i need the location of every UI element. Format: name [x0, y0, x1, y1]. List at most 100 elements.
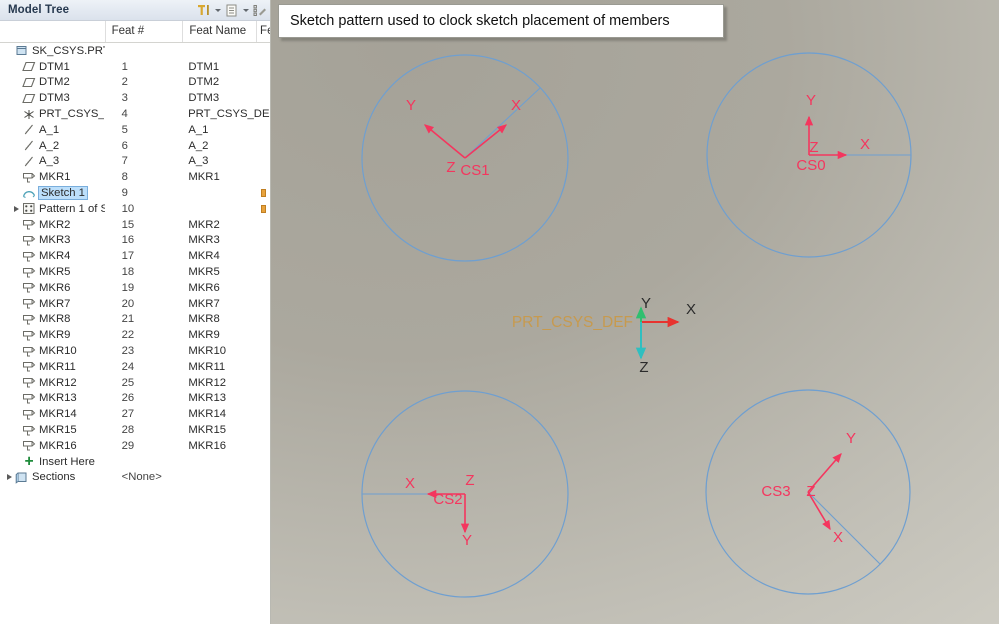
settings-dropdown-caret[interactable] [241, 2, 250, 19]
sketch-circle-cs2[interactable]: X Y ZCS2 [361, 390, 569, 598]
tree-item-dtm2[interactable]: DTM2 [0, 76, 105, 89]
tree-item-label: MKR9 [39, 329, 71, 342]
tree-item-feat-number: 23 [121, 345, 135, 358]
table-row[interactable]: MKR1 8 MKR1 [0, 169, 270, 185]
tree-item-mkr11[interactable]: MKR11 [0, 360, 105, 373]
table-row[interactable]: MKR8 21 MKR8 [0, 312, 270, 328]
table-row[interactable]: A_3 7 A_3 [0, 154, 270, 170]
table-row[interactable]: MKR10 23 MKR10 [0, 343, 270, 359]
sketch-circle-cs3[interactable]: Y X Z CS3 [705, 389, 911, 595]
tree-item-mkr10[interactable]: MKR10 [0, 345, 105, 358]
tree-item-mkr5[interactable]: MKR5 [0, 266, 105, 279]
axis-label-y: Y [806, 92, 816, 109]
table-row[interactable]: DTM2 2 DTM2 [0, 75, 270, 91]
column-header-feat-extra[interactable]: Fe [256, 20, 270, 42]
tree-item-feat-name: MKR13 [188, 392, 227, 405]
table-row[interactable]: MKR12 25 MKR12 [0, 375, 270, 391]
table-row[interactable]: MKR3 16 MKR3 [0, 233, 270, 249]
table-row[interactable]: A_1 5 A_1 [0, 122, 270, 138]
tree-item-a-1[interactable]: A_1 [0, 123, 105, 136]
tree-item-label: Pattern 1 of Sketch [39, 202, 105, 215]
filter-dropdown-caret[interactable] [213, 2, 222, 19]
column-header-feat-name[interactable]: Feat Name [182, 20, 256, 42]
table-row[interactable]: MKR7 20 MKR7 [0, 296, 270, 312]
table-row[interactable]: Pattern 1 of Sketch 10 [0, 201, 270, 217]
tree-item-sk-csys-prt[interactable]: SK_CSYS.PRT [0, 44, 105, 57]
graphics-viewport[interactable]: X Y Z CS1 X Y Z CS0 X Y Z CS2 Y X Z CS3 X Y Z PRT_CSYS_DEF … [271, 0, 999, 624]
tree-item-feat-number: 17 [121, 250, 135, 263]
tree-item-mkr1[interactable]: MKR1 [0, 171, 105, 184]
tree-item-mkr6[interactable]: MKR6 [0, 281, 105, 294]
tree-item-mkr9[interactable]: MKR9 [0, 329, 105, 342]
tree-item-insert-here[interactable]: Insert Here [0, 455, 105, 468]
table-row[interactable]: PRT_CSYS_DEF 4 PRT_CSYS_DEF [0, 106, 270, 122]
table-row[interactable]: MKR5 18 MKR5 [0, 264, 270, 280]
tree-item-mkr12[interactable]: MKR12 [0, 376, 105, 389]
column-header-feat-num[interactable]: Feat # [104, 20, 183, 42]
table-row[interactable]: MKR9 22 MKR9 [0, 327, 270, 343]
tree-item-sections[interactable]: Sections [0, 471, 105, 484]
csys-label-cs1[interactable]: CS1 [460, 162, 489, 179]
csys-label-cs2[interactable]: CS2 [433, 491, 462, 508]
axis-icon [22, 155, 36, 168]
tree-row-list[interactable]: SK_CSYS.PRT DTM1 1 DTM1 DTM2 2 DTM2 DTM3 3 DTM3 PR… [0, 43, 270, 624]
sketch-circle-cs0[interactable]: X Y ZCS0 [706, 52, 912, 258]
tree-item-mkr13[interactable]: MKR13 [0, 392, 105, 405]
tree-item-dtm3[interactable]: DTM3 [0, 92, 105, 105]
tree-item-mkr14[interactable]: MKR14 [0, 408, 105, 421]
marker-icon [22, 218, 36, 231]
tree-item-mkr2[interactable]: MKR2 [0, 218, 105, 231]
table-row[interactable]: DTM1 1 DTM1 [0, 59, 270, 75]
csys-label-cs3[interactable]: CS3 [761, 483, 790, 500]
table-row[interactable]: MKR15 28 MKR15 [0, 422, 270, 438]
sketch-circle-cs1[interactable]: X Y Z CS1 [361, 54, 569, 262]
table-row[interactable]: Insert Here [0, 454, 270, 470]
tree-item-mkr3[interactable]: MKR3 [0, 234, 105, 247]
table-row[interactable]: MKR13 26 MKR13 [0, 391, 270, 407]
marker-icon [22, 345, 36, 358]
tree-item-label: PRT_CSYS_DEF [39, 108, 105, 121]
tree-edit-icon[interactable] [251, 2, 268, 19]
tree-item-sketch-1[interactable]: Sketch 1 [0, 186, 105, 201]
default-csys-label[interactable]: PRT_CSYS_DEF [512, 314, 633, 331]
tree-item-prt-csys-def[interactable]: PRT_CSYS_DEF [0, 108, 104, 121]
tree-item-mkr8[interactable]: MKR8 [0, 313, 105, 326]
default-axis-label-z: Z [639, 359, 648, 376]
tree-item-dtm1[interactable]: DTM1 [0, 60, 105, 73]
table-row[interactable]: MKR4 17 MKR4 [0, 248, 270, 264]
table-row[interactable]: A_2 6 A_2 [0, 138, 270, 154]
tree-column-headers: Feat # Feat Name Fe [0, 20, 270, 43]
tree-item-a-3[interactable]: A_3 [0, 155, 105, 168]
table-row[interactable]: Sketch 1 9 [0, 185, 270, 201]
table-row[interactable]: DTM3 3 DTM3 [0, 90, 270, 106]
tree-item-pattern-1-of-sketch[interactable]: Pattern 1 of Sketch [0, 202, 105, 215]
tree-item-mkr16[interactable]: MKR16 [0, 439, 105, 452]
table-row[interactable]: MKR14 27 MKR14 [0, 406, 270, 422]
tree-item-feat-number: 16 [121, 234, 135, 247]
tree-item-feat-number: 18 [121, 266, 135, 279]
table-row[interactable]: MKR16 29 MKR16 [0, 438, 270, 454]
filter-text-icon[interactable] [195, 2, 212, 19]
tree-item-mkr7[interactable]: MKR7 [0, 297, 105, 310]
column-header-name[interactable] [0, 20, 105, 42]
chevron-right-icon[interactable] [4, 472, 15, 483]
tree-item-mkr15[interactable]: MKR15 [0, 424, 105, 437]
tree-item-label: DTM3 [39, 92, 70, 105]
tree-item-feat-name: MKR2 [188, 218, 220, 231]
tree-item-a-2[interactable]: A_2 [0, 139, 105, 152]
status-badge [260, 189, 266, 198]
tree-item-mkr4[interactable]: MKR4 [0, 250, 105, 263]
chevron-right-icon[interactable] [11, 203, 22, 214]
settings-list-icon[interactable] [223, 2, 240, 19]
table-row[interactable]: SK_CSYS.PRT [0, 43, 270, 59]
table-row[interactable]: MKR2 15 MKR2 [0, 217, 270, 233]
default-coordinate-system[interactable]: X Y Z PRT_CSYS_DEF [512, 295, 696, 376]
csys-label-cs0[interactable]: CS0 [796, 157, 825, 174]
table-row[interactable]: MKR6 19 MKR6 [0, 280, 270, 296]
table-row[interactable]: Sections <None> [0, 470, 270, 486]
table-row[interactable]: MKR11 24 MKR11 [0, 359, 270, 375]
tree-item-feat-name: DTM1 [188, 60, 220, 73]
